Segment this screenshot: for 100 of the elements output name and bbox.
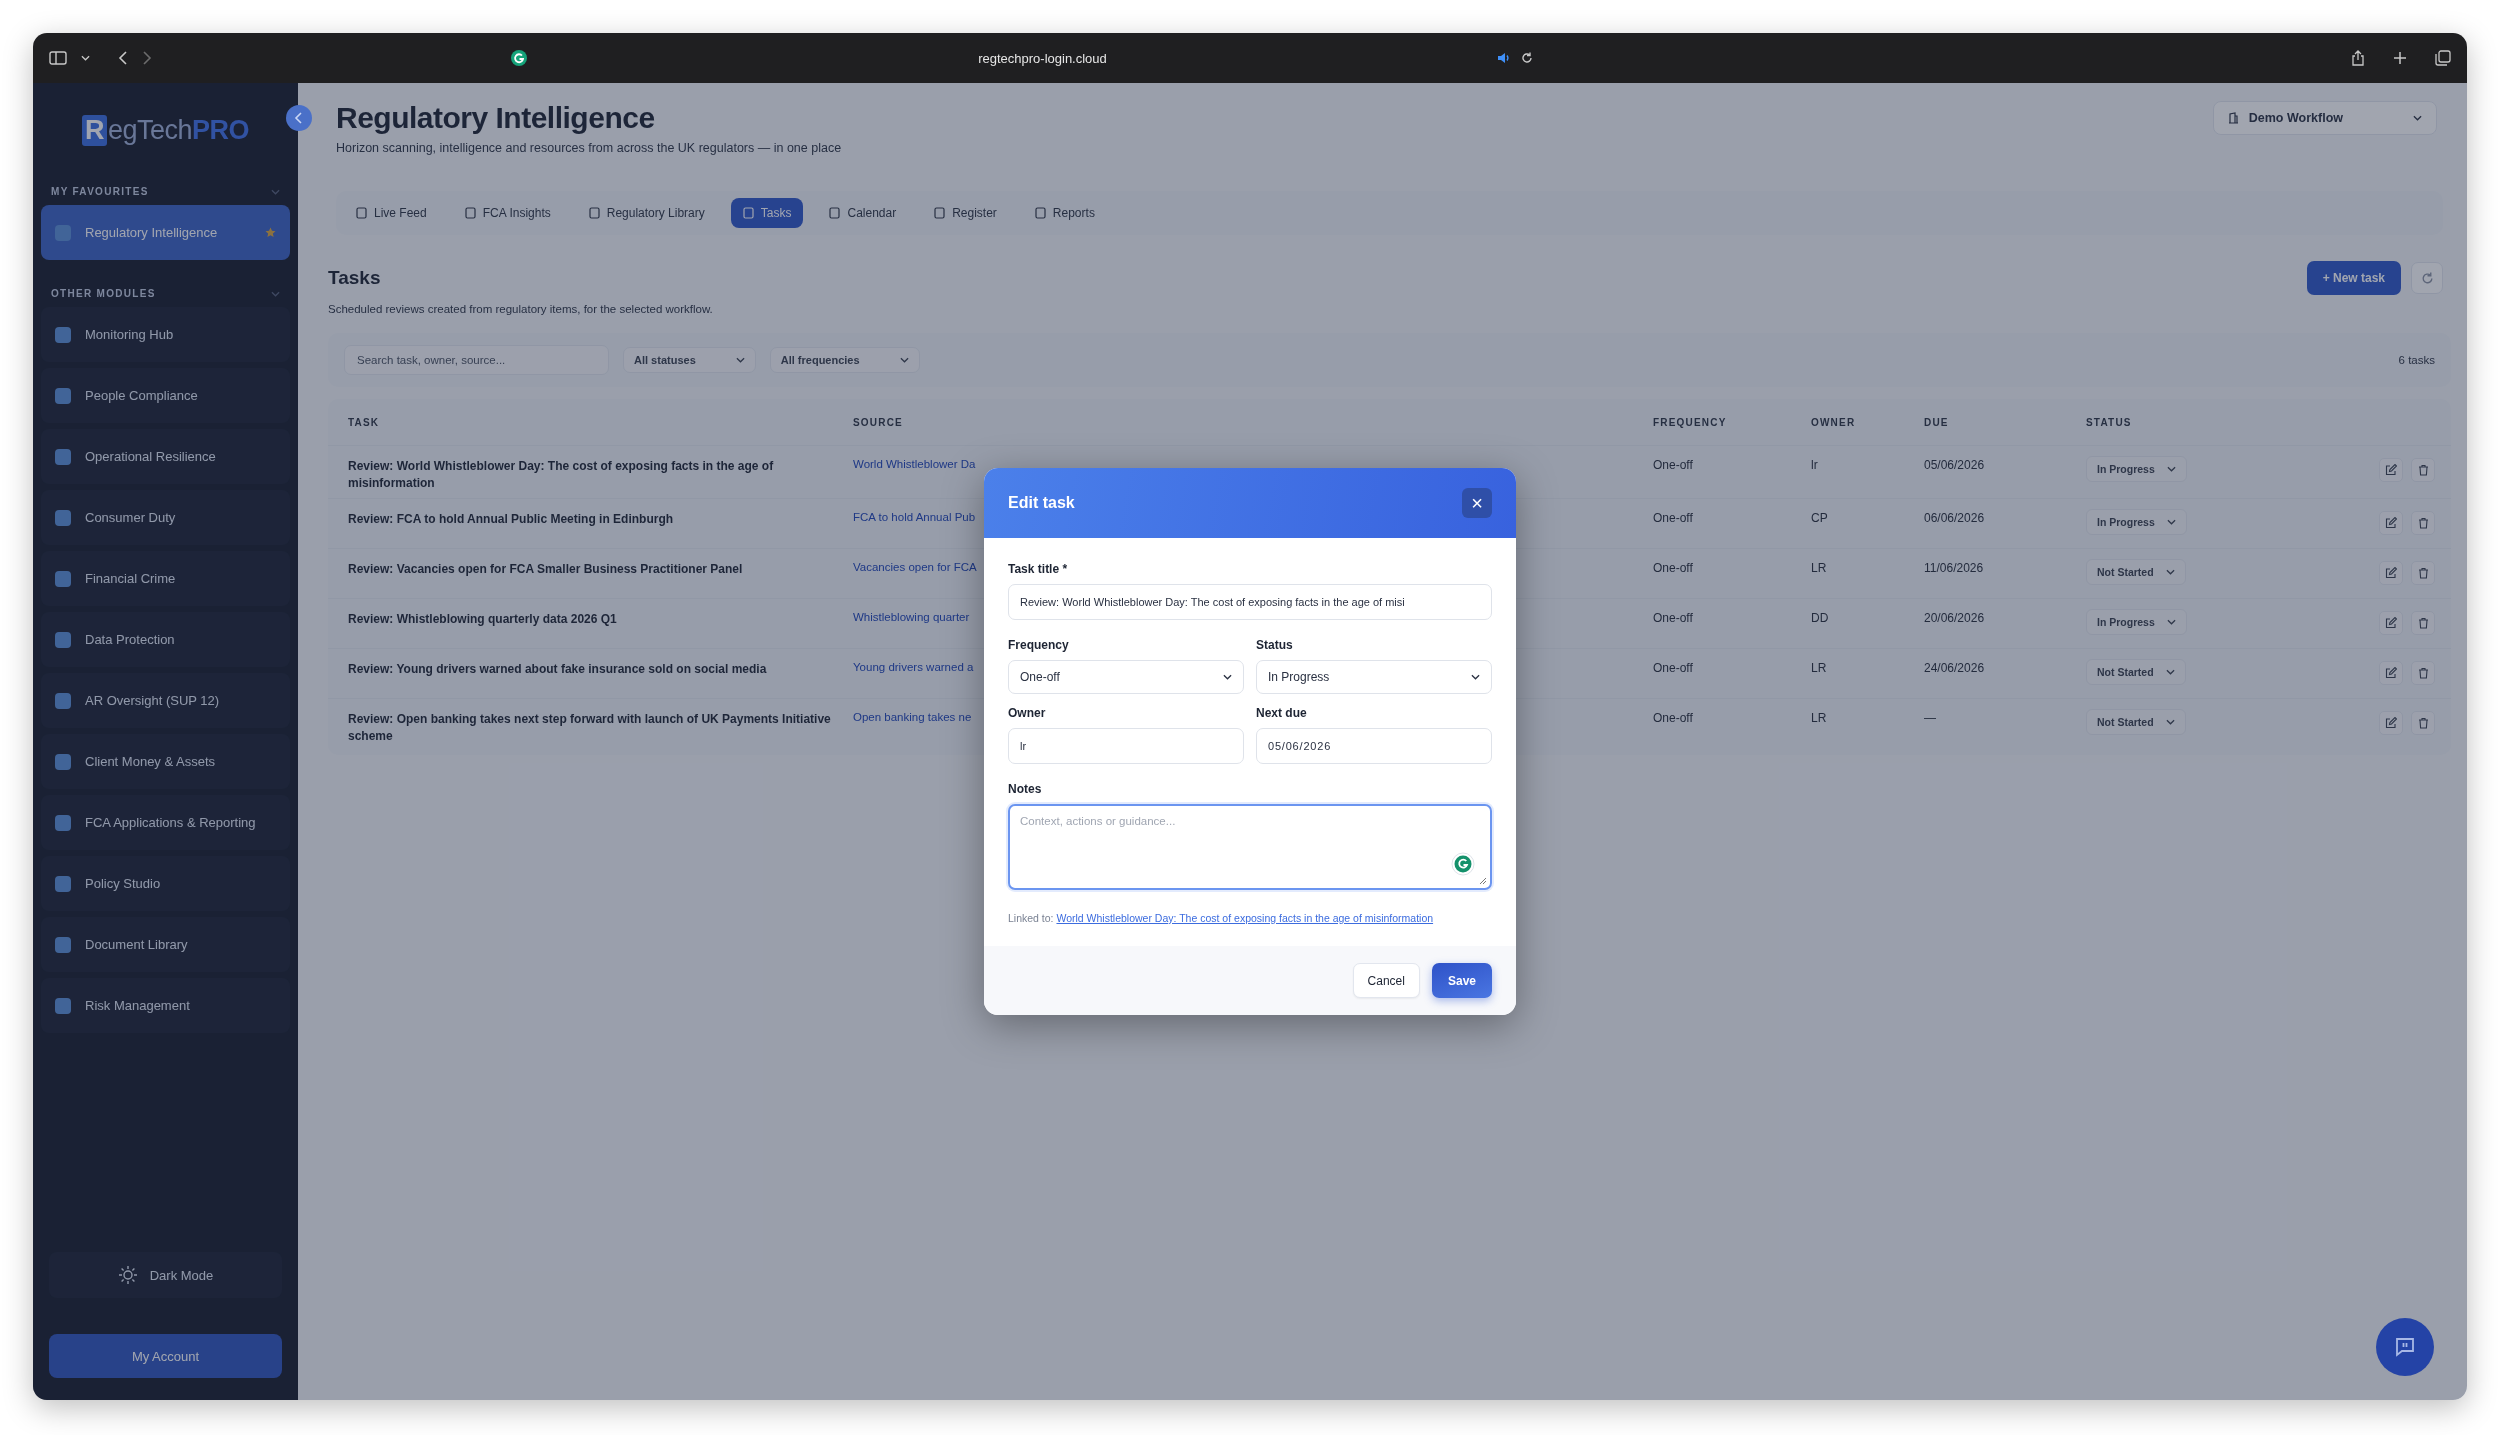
- tab[interactable]: Reports: [1022, 198, 1107, 228]
- table-cell-text: One-off: [1653, 511, 1694, 525]
- tab[interactable]: FCA Insights: [452, 198, 563, 228]
- delete-button[interactable]: [2411, 711, 2435, 735]
- status-dropdown[interactable]: In Progress: [2086, 609, 2187, 635]
- forward-icon[interactable]: [142, 51, 152, 65]
- tabs-icon[interactable]: [2435, 50, 2451, 66]
- reload-icon[interactable]: [1520, 52, 1533, 64]
- chevron-down-icon: [2165, 569, 2175, 575]
- sidebar-item[interactable]: Document Library: [41, 917, 290, 972]
- sidebar-item[interactable]: Regulatory Intelligence: [41, 205, 290, 260]
- date-field[interactable]: 05/06/2026: [1256, 728, 1492, 764]
- cancel-button[interactable]: Cancel: [1352, 963, 1420, 998]
- chevron-down-icon: [2166, 619, 2176, 625]
- tab[interactable]: Calendar: [817, 198, 909, 228]
- source-link[interactable]: World Whistleblower Da: [853, 458, 1653, 470]
- status-dropdown[interactable]: In Progress: [2086, 509, 2187, 535]
- resize-handle-icon[interactable]: [1479, 877, 1487, 885]
- chevron-down-icon: [2165, 719, 2175, 725]
- delete-button[interactable]: [2411, 661, 2435, 685]
- edit-button[interactable]: [2379, 511, 2403, 535]
- sidebar-item[interactable]: Data Protection: [41, 612, 290, 667]
- page-icon: [1034, 207, 1046, 219]
- assistant-icon[interactable]: [1451, 852, 1475, 876]
- frequency-filter[interactable]: All frequencies: [769, 347, 920, 373]
- source-link[interactable]: World Whistleblower Day: The cost of exposing facts in the age of misinformation: [1056, 912, 1434, 924]
- tab[interactable]: Tasks: [730, 198, 804, 228]
- sidebar-item[interactable]: Financial Crime: [41, 551, 290, 606]
- edit-button[interactable]: [2379, 611, 2403, 635]
- page-title: Regulatory Intelligence: [336, 101, 656, 135]
- search-field[interactable]: Search task, owner, source...: [344, 345, 609, 375]
- tab[interactable]: Live Feed: [344, 198, 439, 228]
- workflow-dropdown[interactable]: Demo Workflow: [2212, 101, 2437, 135]
- field-label: Owner: [1008, 706, 1047, 720]
- section-label: MY FAVOURITES: [51, 186, 149, 197]
- tab[interactable]: Register: [922, 198, 1009, 228]
- edit-button[interactable]: [2379, 561, 2403, 585]
- table-cell-text: One-off: [1653, 711, 1694, 725]
- speaker-icon[interactable]: [1496, 52, 1511, 64]
- close-button[interactable]: ×: [1462, 488, 1492, 518]
- module-icon: [55, 753, 71, 770]
- plus-icon[interactable]: [2393, 51, 2407, 65]
- edit-button[interactable]: [2379, 711, 2403, 735]
- sidebar-item[interactable]: People Compliance: [41, 368, 290, 423]
- share-icon[interactable]: [2351, 50, 2365, 66]
- sidebar-item[interactable]: Client Money & Assets: [41, 734, 290, 789]
- chevron-down-icon: [271, 290, 280, 297]
- sidebar-item[interactable]: Risk Management: [41, 978, 290, 1033]
- delete-button[interactable]: [2411, 458, 2435, 482]
- edit-button[interactable]: [2379, 661, 2403, 685]
- module-icon: [55, 631, 71, 648]
- sidebar-item[interactable]: Consumer Duty: [41, 490, 290, 545]
- status-filter[interactable]: All statuses: [623, 347, 756, 373]
- edit-icon: [2385, 717, 2397, 729]
- input-field[interactable]: lr: [1008, 728, 1244, 764]
- delete-button[interactable]: [2411, 511, 2435, 535]
- edit-button[interactable]: [2379, 458, 2403, 482]
- extension-icon[interactable]: [510, 49, 529, 67]
- collapse-icon[interactable]: [286, 105, 312, 131]
- trash-icon: [2417, 717, 2429, 729]
- status-select[interactable]: In Progress: [1256, 660, 1492, 694]
- status-dropdown[interactable]: In Progress: [2086, 456, 2187, 482]
- sidebar-item[interactable]: AR Oversight (SUP 12): [41, 673, 290, 728]
- sidebar-item[interactable]: Monitoring Hub: [41, 307, 290, 362]
- table-cell-text: 06/06/2026: [1924, 511, 1986, 525]
- tab[interactable]: Regulatory Library: [576, 198, 717, 228]
- status-dropdown[interactable]: Not Started: [2086, 559, 2186, 585]
- page-icon: [742, 207, 754, 219]
- dialog-title: Edit task: [1008, 494, 1075, 512]
- input-field[interactable]: Review: World Whistleblower Day: The cost of exposing facts in the age of misi: [1008, 584, 1492, 620]
- chevron-down-icon: [735, 357, 745, 363]
- table-cell-text: LR: [1811, 711, 1828, 725]
- sidebar-toggle-icon[interactable]: [49, 51, 67, 65]
- address-bar[interactable]: regtechpro-login.cloud: [978, 50, 1107, 66]
- table-cell-text: DD: [1811, 611, 1830, 625]
- account-button[interactable]: My Account: [49, 1334, 282, 1378]
- status-dropdown[interactable]: Not Started: [2086, 709, 2186, 735]
- sun-icon: [117, 1265, 138, 1285]
- sidebar-item[interactable]: FCA Applications & Reporting: [41, 795, 290, 850]
- notes-field[interactable]: Context, actions or guidance...: [1008, 804, 1492, 890]
- back-icon[interactable]: [118, 51, 128, 65]
- save-button[interactable]: Save: [1431, 963, 1492, 998]
- trash-icon: [2417, 567, 2429, 579]
- chevron-down-icon: [2166, 519, 2176, 525]
- delete-button[interactable]: [2411, 561, 2435, 585]
- table-cell-text: One-off: [1653, 458, 1694, 472]
- chevron-down-icon: [271, 188, 280, 195]
- table-cell-text: —: [1924, 711, 1937, 725]
- column-header: FREQUENCY: [1653, 416, 1728, 428]
- dark-mode-button[interactable]: Dark Mode: [49, 1252, 282, 1298]
- refresh-icon: [2420, 271, 2434, 285]
- delete-button[interactable]: [2411, 611, 2435, 635]
- sidebar-item[interactable]: Operational Resilience: [41, 429, 290, 484]
- module-icon: [55, 936, 71, 953]
- linked-note: Linked to: World Whistleblower Day: The cost of exposing facts in the age of misinformation: [1008, 912, 1435, 924]
- sidebar-item[interactable]: Policy Studio: [41, 856, 290, 911]
- status-dropdown[interactable]: Not Started: [2086, 659, 2186, 685]
- frequency-select[interactable]: One-off: [1008, 660, 1244, 694]
- edit-icon: [2385, 567, 2397, 579]
- new-task-button[interactable]: + New task: [2306, 261, 2401, 295]
